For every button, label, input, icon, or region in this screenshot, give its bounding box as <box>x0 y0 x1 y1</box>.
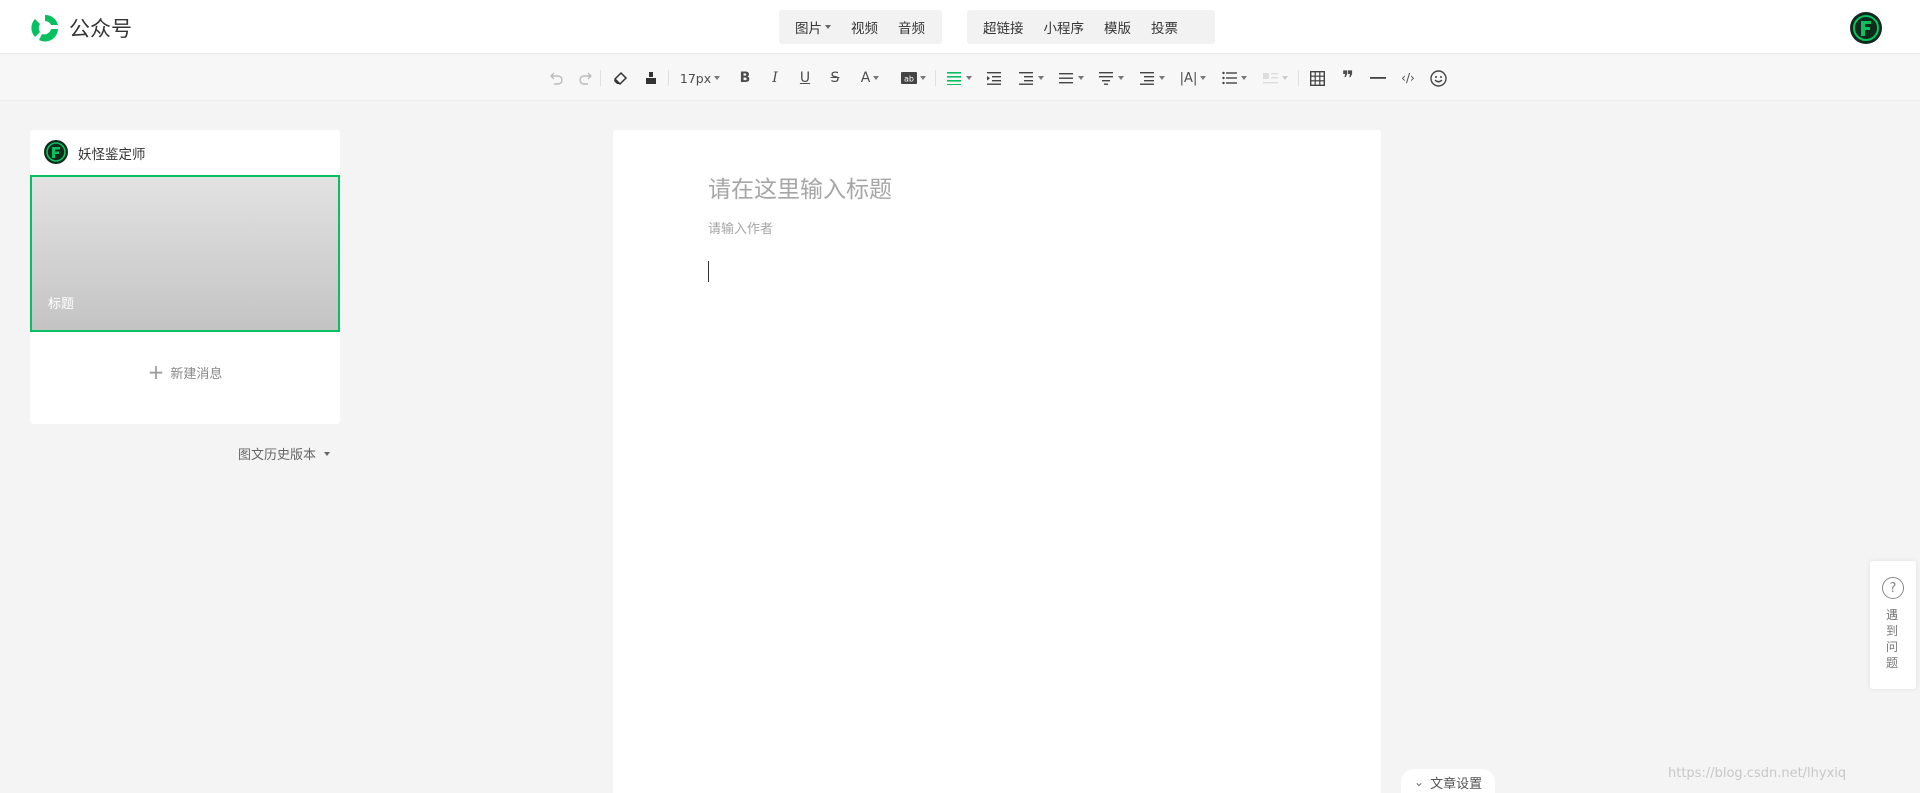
new-message-label: 新建消息 <box>170 366 223 382</box>
letter-spacing-icon[interactable]: |A| <box>1178 67 1208 89</box>
insert-video-button[interactable]: 视频 <box>841 17 888 37</box>
article-settings-label: 文章设置 <box>1430 776 1483 792</box>
top-bar: 公众号 图片 视频 音频 超链接 小程序 模版 投票 <box>0 0 1920 54</box>
brand[interactable]: 公众号 <box>29 13 132 43</box>
insert-image-button[interactable]: 图片 <box>785 17 841 37</box>
insert-vote-label: 投票 <box>1151 21 1178 37</box>
emoji-icon[interactable] <box>1427 67 1449 89</box>
margin-icon[interactable] <box>1137 67 1167 89</box>
background-color-icon[interactable]: ab <box>898 67 928 89</box>
indent-icon[interactable] <box>983 67 1007 89</box>
editor-toolbar: 17px B I U S A ab |A| ❞ ‹/› <box>0 55 1920 101</box>
strikethrough-icon[interactable]: S <box>824 67 846 89</box>
bold-icon[interactable]: B <box>734 67 756 89</box>
divider-icon[interactable] <box>1367 67 1389 89</box>
help-label: 遇到问题 <box>1886 608 1899 670</box>
chevron-down-icon <box>1037 76 1044 80</box>
line-height-icon[interactable] <box>1056 67 1086 89</box>
chevron-down-icon <box>1240 76 1247 80</box>
redo-icon[interactable] <box>575 67 597 89</box>
article-list-card: 妖怪鉴定师 标题 + 新建消息 <box>30 130 340 424</box>
chevron-double-down-icon: ⌄ <box>1414 775 1425 789</box>
font-size-select[interactable]: 17px <box>676 67 724 89</box>
toolbar-divider <box>1298 70 1299 86</box>
user-avatar[interactable] <box>1850 12 1882 44</box>
title-input[interactable] <box>708 177 1288 203</box>
paragraph-indent-icon[interactable] <box>1016 67 1046 89</box>
help-widget[interactable]: ? 遇到问题 <box>1870 561 1916 689</box>
chevron-down-icon <box>1200 76 1207 80</box>
author-input[interactable] <box>708 222 1008 237</box>
wechat-mp-logo-icon <box>31 14 58 42</box>
insert-links-group: 超链接 小程序 模版 投票 <box>967 10 1215 44</box>
align-icon[interactable] <box>944 67 974 89</box>
chevron-down-icon <box>1158 76 1165 80</box>
insert-media-group: 图片 视频 音频 <box>779 10 942 44</box>
float-icon <box>1260 67 1290 89</box>
brand-name: 公众号 <box>69 17 132 41</box>
text-cursor <box>708 261 709 282</box>
history-version-label: 图文历史版本 <box>238 448 317 463</box>
account-avatar <box>44 140 68 164</box>
insert-video-label: 视频 <box>851 21 878 37</box>
chevron-down-icon <box>1117 76 1124 80</box>
chevron-down-icon <box>714 76 721 80</box>
paragraph-spacing-icon[interactable] <box>1096 67 1126 89</box>
insert-miniprogram-button[interactable]: 小程序 <box>1034 17 1095 37</box>
insert-template-button[interactable]: 模版 <box>1094 17 1141 37</box>
code-icon[interactable]: ‹/› <box>1397 67 1419 89</box>
italic-icon[interactable]: I <box>764 67 786 89</box>
toolbar-divider <box>600 70 601 86</box>
chevron-down-icon <box>1281 76 1288 80</box>
insert-image-label: 图片 <box>795 21 822 37</box>
chevron-down-icon <box>324 451 331 456</box>
clear-format-icon[interactable] <box>609 67 631 89</box>
chevron-down-icon <box>1077 76 1084 80</box>
svg-text:ab: ab <box>904 75 914 84</box>
font-size-value: 17px <box>679 70 712 86</box>
article-cover-title: 标题 <box>48 297 75 312</box>
toolbar-divider <box>668 70 669 86</box>
insert-hyperlink-label: 超链接 <box>983 21 1024 37</box>
format-painter-icon[interactable] <box>640 67 662 89</box>
font-color-icon[interactable]: A <box>855 67 885 89</box>
account-name: 妖怪鉴定师 <box>78 147 146 163</box>
table-icon[interactable] <box>1306 67 1328 89</box>
article-settings-button[interactable]: ⌄ 文章设置 <box>1401 769 1496 793</box>
insert-audio-label: 音频 <box>898 21 925 37</box>
question-icon: ? <box>1882 577 1904 599</box>
watermark: https://blog.csdn.net/lhyxiq <box>1668 766 1847 781</box>
chevron-down-icon <box>919 76 926 80</box>
insert-template-label: 模版 <box>1104 21 1131 37</box>
plus-icon: + <box>147 360 165 384</box>
insert-vote-button[interactable]: 投票 <box>1141 17 1188 37</box>
insert-miniprogram-label: 小程序 <box>1043 21 1085 37</box>
article-cover-card[interactable]: 标题 <box>30 175 340 332</box>
list-icon[interactable] <box>1219 67 1249 89</box>
toolbar-divider <box>935 70 936 86</box>
underline-icon[interactable]: U <box>794 67 816 89</box>
history-version-dropdown[interactable]: 图文历史版本 <box>238 444 331 463</box>
undo-icon[interactable] <box>545 67 567 89</box>
article-editor <box>613 130 1381 793</box>
chevron-down-icon <box>873 76 880 80</box>
insert-audio-button[interactable]: 音频 <box>888 17 935 37</box>
quote-icon[interactable]: ❞ <box>1337 66 1359 90</box>
chevron-down-icon <box>825 25 831 29</box>
new-message-button[interactable]: + 新建消息 <box>30 362 340 382</box>
insert-hyperlink-button[interactable]: 超链接 <box>973 17 1034 37</box>
chevron-down-icon <box>965 76 972 80</box>
